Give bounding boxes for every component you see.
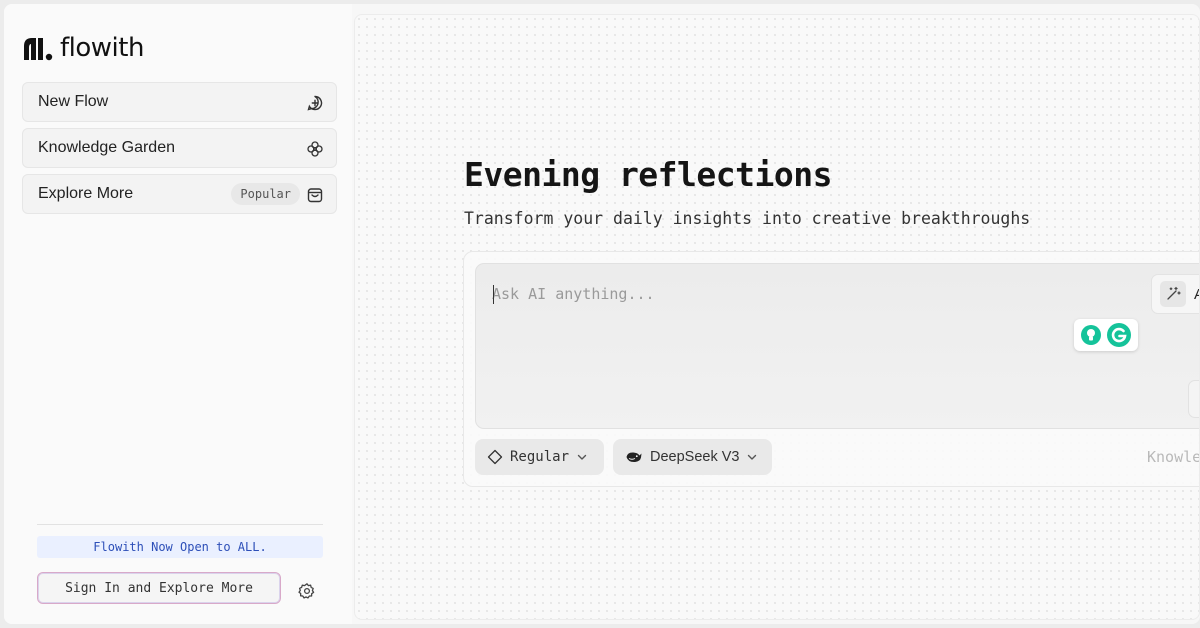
grammarly-icon	[1107, 323, 1131, 347]
mode-label: Regular	[510, 449, 570, 465]
knowledge-link[interactable]: Knowle	[1147, 448, 1199, 466]
model-selector[interactable]: DeepSeek V3	[613, 439, 772, 475]
sidebar-item-knowledge-garden[interactable]: Knowledge Garden	[22, 128, 337, 168]
sidebar-item-label: Knowledge Garden	[38, 139, 175, 156]
deepseek-whale-icon	[626, 452, 642, 462]
enhance-prompt-button[interactable]: A	[1151, 274, 1199, 314]
magic-wand-icon	[1167, 286, 1181, 300]
sidebar-divider	[37, 524, 323, 525]
popular-badge: Popular	[231, 183, 300, 205]
sidebar-item-label: New Flow	[38, 93, 109, 110]
sidebar-item-label: Explore More	[38, 185, 134, 202]
text-caret	[493, 285, 494, 304]
grammarly-widget[interactable]	[1074, 319, 1138, 351]
sidebar-item-new-flow[interactable]: New Flow	[22, 82, 337, 122]
chevron-down-icon	[577, 454, 587, 460]
flower-icon	[307, 141, 323, 157]
app-window: flowith New Flow Knowledge Garden Explor…	[4, 4, 1200, 624]
sidebar-item-explore-more[interactable]: Explore More Popular	[22, 174, 337, 214]
model-label: DeepSeek V3	[650, 449, 740, 465]
chevron-down-icon	[748, 454, 757, 460]
flowith-logo-icon	[24, 38, 53, 61]
lightbulb-icon	[1081, 325, 1101, 345]
page-title: Evening reflections	[464, 155, 833, 194]
prompt-input[interactable]	[492, 282, 1052, 306]
sidebar: flowith New Flow Knowledge Garden Explor…	[4, 4, 352, 624]
composer: A Regular DeepSeek V3	[463, 251, 1199, 487]
shopping-bag-icon	[307, 188, 323, 203]
send-button[interactable]	[1188, 380, 1199, 418]
page-subtitle: Transform your daily insights into creat…	[464, 209, 1031, 228]
enhance-prompt-label: A	[1194, 286, 1199, 303]
prompt-box[interactable]: A	[475, 263, 1199, 429]
gear-icon[interactable]	[298, 582, 316, 600]
sign-in-button[interactable]: Sign In and Explore More	[37, 572, 281, 604]
main-panel: Evening reflections Transform your daily…	[354, 14, 1200, 620]
brand-logo[interactable]: flowith	[22, 33, 144, 64]
chat-plus-icon	[307, 95, 323, 111]
mode-selector[interactable]: Regular	[475, 439, 604, 475]
announcement-banner[interactable]: Flowith Now Open to ALL.	[37, 536, 323, 558]
diamond-icon	[487, 449, 503, 465]
magic-wand-box	[1160, 281, 1186, 307]
brand-name: flowith	[60, 33, 144, 63]
